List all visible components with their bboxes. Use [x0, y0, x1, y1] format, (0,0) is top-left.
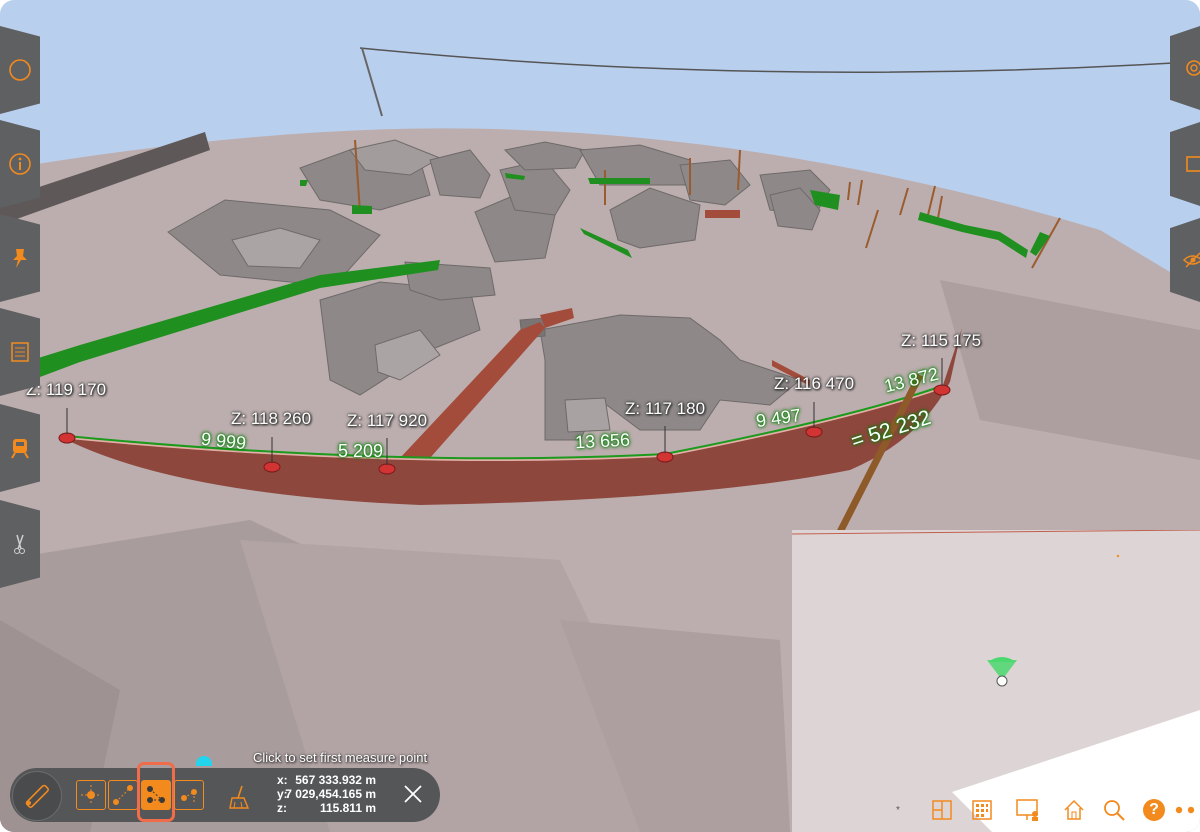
more-button[interactable] [1172, 796, 1200, 824]
buildings-button[interactable] [968, 796, 996, 824]
elevation-label: Z: 117 180 [625, 399, 706, 418]
help-button[interactable]: ? [1140, 796, 1168, 824]
coord-z-value: 115.811 m [319, 801, 376, 815]
segment-distance-label: 13 656 [574, 429, 631, 453]
left-tool-train[interactable] [0, 404, 40, 492]
floorplan-icon [932, 800, 952, 820]
minimap[interactable] [792, 530, 1200, 832]
segment-distance-label: 5 209 [338, 441, 384, 461]
rectangle-icon [1186, 156, 1200, 172]
coord-x-value: 567 333.932 m [295, 773, 376, 787]
left-tool-scissors[interactable] [0, 500, 40, 588]
clear-measurements-button[interactable] [224, 782, 254, 812]
left-tool-info[interactable] [0, 120, 40, 208]
search-button[interactable] [1100, 796, 1128, 824]
left-tool-list[interactable] [0, 308, 40, 396]
right-tool-settings[interactable] [1170, 26, 1200, 110]
close-measure-button[interactable] [400, 780, 426, 808]
settings-icon [1186, 60, 1200, 76]
floorplan-button[interactable] [928, 796, 956, 824]
info-icon [9, 153, 31, 175]
line-points-icon [113, 785, 133, 805]
cyan-marker [196, 756, 212, 766]
elevation-label: Z: 118 260 [231, 409, 312, 428]
left-tool-circle[interactable] [0, 26, 40, 114]
more-icon [1175, 806, 1195, 814]
measure-tool-button[interactable] [12, 771, 62, 821]
ruler-icon [25, 784, 49, 808]
right-tool-visibility[interactable] [1170, 218, 1200, 302]
point-measure-button[interactable] [76, 780, 106, 810]
minimap-canvas[interactable] [792, 530, 1200, 832]
close-icon [404, 785, 422, 803]
broom-icon [229, 785, 250, 809]
home-icon [1064, 799, 1084, 820]
help-icon: ? [1143, 799, 1165, 821]
pin-icon [13, 249, 27, 268]
crosshair-point-icon [81, 785, 101, 805]
coord-y-value: 7 029,454.165 m [285, 787, 376, 801]
map-viewport[interactable]: Z: 119 170 Z: 118 260 Z: 117 920 Z: 117 … [0, 0, 1200, 832]
search-icon [1104, 800, 1125, 821]
elevation-label: Z: 115 175 [901, 331, 982, 350]
selected-tool-highlight [137, 762, 175, 822]
area-measure-button[interactable] [174, 780, 204, 810]
right-tool-rectangle[interactable] [1170, 122, 1200, 206]
presentation-button[interactable] [1014, 796, 1042, 824]
minimap-marker: * [896, 804, 900, 816]
train-icon [11, 439, 29, 459]
list-icon [11, 342, 29, 362]
circle-icon [9, 59, 31, 81]
screen-person-icon [1016, 799, 1038, 821]
distance-measure-button[interactable] [108, 780, 138, 810]
measure-hint: Click to set first measure point [253, 750, 428, 765]
left-tool-pin[interactable] [0, 214, 40, 302]
elevation-label: Z: 116 470 [774, 374, 855, 393]
home-button[interactable] [1060, 796, 1088, 824]
area-points-icon [181, 789, 197, 803]
building-icon [972, 800, 992, 820]
elevation-label: Z: 117 920 [347, 411, 428, 430]
scissors-icon [14, 534, 25, 554]
eye-icon [1182, 252, 1200, 268]
